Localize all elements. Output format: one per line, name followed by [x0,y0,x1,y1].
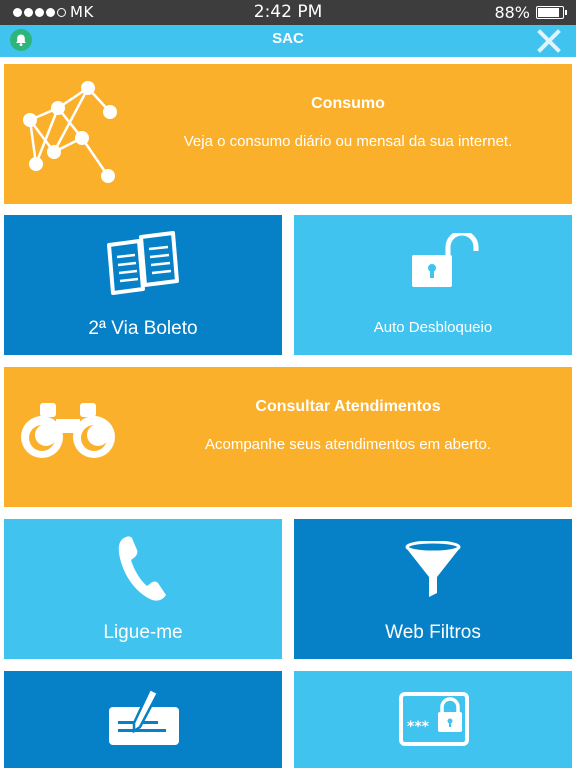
consumo-title: Consumo [311,95,385,112]
boleto-tile[interactable]: 2ª Via Boleto [4,215,282,355]
documents-icon [107,231,179,295]
web-filtros-tile[interactable]: Web Filtros [294,519,572,659]
svg-text:***: *** [407,719,430,735]
boleto-label: 2ª Via Boleto [88,318,198,339]
status-bar: MK 2:42 PM 88% [0,0,576,25]
phone-icon [118,536,166,601]
consumo-subtitle: Veja o consumo diário ou mensal da sua i… [183,133,513,150]
desbloqueio-tile[interactable]: Auto Desbloqueio [294,215,572,355]
password-tile[interactable]: *** [294,671,572,768]
network-graph-icon [23,81,117,183]
atendimentos-title: Consultar Atendimentos [255,398,441,415]
atendimentos-tile[interactable]: Consultar Atendimentos Acompanhe seus at… [4,367,572,507]
signature-card-icon [109,687,179,745]
web-filtros-label: Web Filtros [385,622,481,643]
battery-icon [536,6,567,19]
unlock-icon [412,233,479,287]
close-icon[interactable] [536,28,562,54]
ligue-me-label: Ligue-me [103,622,183,643]
battery-status: 88% [494,3,567,22]
signature-tile[interactable] [4,671,282,768]
desbloqueio-label: Auto Desbloqueio [373,319,493,336]
nav-bar: SAC [0,25,576,57]
status-time: 2:42 PM [253,2,323,22]
ligue-me-tile[interactable]: Ligue-me [4,519,282,659]
password-lock-icon: *** [399,692,469,746]
binoculars-icon [21,403,115,458]
consumo-tile[interactable]: Consumo Veja o consumo diário ou mensal … [4,64,572,204]
atendimentos-subtitle: Acompanhe seus atendimentos em aberto. [204,436,491,453]
page-title: SAC [272,30,304,47]
battery-percent: 88% [494,3,530,22]
funnel-icon [405,541,461,597]
